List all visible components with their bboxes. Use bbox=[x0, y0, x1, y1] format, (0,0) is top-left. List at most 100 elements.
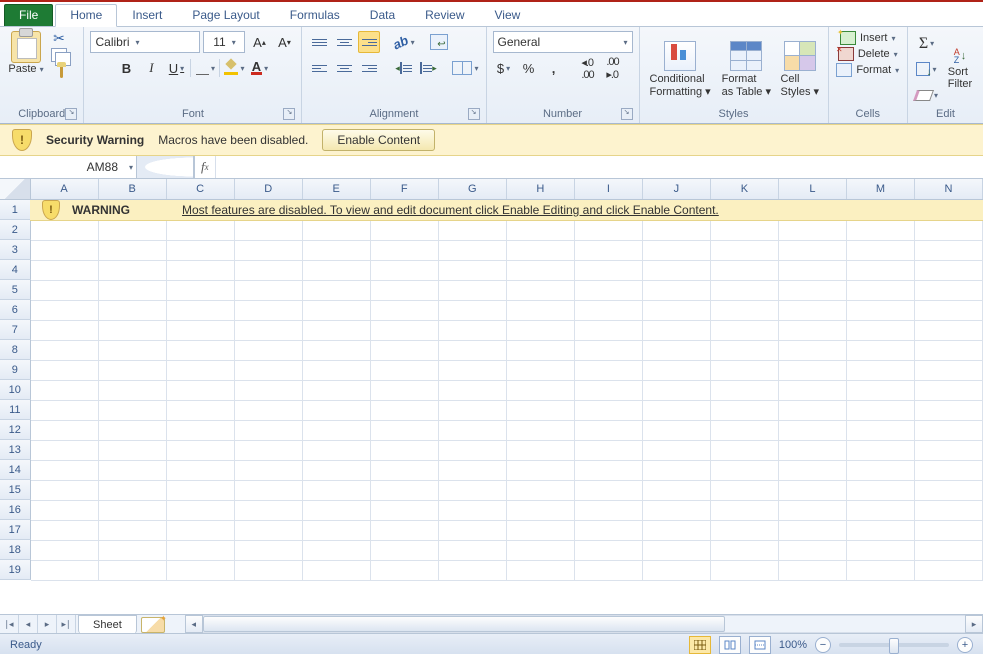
cut-button[interactable]: ✂ bbox=[50, 31, 68, 45]
cell-styles-button[interactable]: CellStyles ▾ bbox=[778, 41, 821, 98]
cell[interactable] bbox=[99, 320, 167, 341]
cell[interactable] bbox=[847, 480, 915, 501]
fill-color-button[interactable] bbox=[223, 57, 245, 79]
number-format-combo[interactable]: General▾ bbox=[493, 31, 633, 53]
sheet-tab[interactable]: Sheet bbox=[78, 615, 137, 634]
row-header[interactable]: 17 bbox=[0, 520, 31, 540]
cell[interactable] bbox=[575, 300, 643, 321]
cell[interactable] bbox=[507, 520, 575, 541]
row-header[interactable]: 5 bbox=[0, 280, 31, 300]
cell[interactable] bbox=[371, 240, 439, 261]
cell[interactable] bbox=[507, 300, 575, 321]
cell[interactable] bbox=[915, 460, 983, 481]
underline-button[interactable]: U bbox=[165, 57, 187, 79]
cell[interactable] bbox=[915, 220, 983, 241]
zoom-out-button[interactable]: − bbox=[815, 637, 831, 653]
cell[interactable] bbox=[847, 320, 915, 341]
cell[interactable] bbox=[371, 300, 439, 321]
cell[interactable] bbox=[439, 380, 507, 401]
row-header[interactable]: 18 bbox=[0, 540, 31, 560]
cell[interactable] bbox=[643, 340, 711, 361]
fill-button[interactable] bbox=[915, 58, 937, 80]
column-header-M[interactable]: M bbox=[847, 179, 915, 199]
cell[interactable] bbox=[235, 280, 303, 301]
cell[interactable] bbox=[167, 280, 235, 301]
format-as-table-button[interactable]: Formatas Table ▾ bbox=[719, 41, 774, 98]
decrease-decimal-button[interactable]: .00▸.0 bbox=[602, 57, 624, 79]
border-button[interactable] bbox=[194, 57, 216, 79]
row-header[interactable]: 1 bbox=[0, 200, 31, 220]
cell[interactable] bbox=[303, 320, 371, 341]
row-header[interactable]: 19 bbox=[0, 560, 31, 580]
shrink-font-button[interactable]: A▾ bbox=[273, 31, 295, 53]
cell[interactable] bbox=[439, 320, 507, 341]
sheet-nav-last[interactable]: ▸∣ bbox=[57, 615, 76, 633]
cell[interactable] bbox=[31, 340, 99, 361]
cell[interactable] bbox=[235, 220, 303, 241]
cell[interactable] bbox=[31, 300, 99, 321]
cell[interactable] bbox=[371, 360, 439, 381]
cell[interactable] bbox=[439, 540, 507, 561]
cell[interactable] bbox=[235, 320, 303, 341]
cell[interactable] bbox=[167, 320, 235, 341]
cell[interactable] bbox=[711, 500, 779, 521]
cell[interactable] bbox=[643, 500, 711, 521]
cell[interactable] bbox=[439, 460, 507, 481]
cell[interactable] bbox=[303, 340, 371, 361]
cell[interactable] bbox=[711, 360, 779, 381]
cell[interactable] bbox=[303, 300, 371, 321]
cell[interactable] bbox=[643, 380, 711, 401]
cell[interactable] bbox=[31, 540, 99, 561]
cell[interactable] bbox=[167, 440, 235, 461]
cell[interactable] bbox=[779, 440, 847, 461]
align-middle-button[interactable] bbox=[333, 31, 355, 53]
cell[interactable] bbox=[303, 280, 371, 301]
cell[interactable] bbox=[439, 340, 507, 361]
decrease-indent-button[interactable]: ◂ bbox=[392, 57, 414, 79]
cell[interactable] bbox=[915, 260, 983, 281]
cell[interactable] bbox=[235, 360, 303, 381]
cell[interactable] bbox=[235, 240, 303, 261]
cell[interactable] bbox=[779, 400, 847, 421]
cell[interactable] bbox=[575, 260, 643, 281]
cell[interactable] bbox=[31, 440, 99, 461]
cell[interactable] bbox=[303, 460, 371, 481]
cell[interactable] bbox=[31, 520, 99, 541]
cell[interactable] bbox=[847, 380, 915, 401]
enable-content-button[interactable]: Enable Content bbox=[322, 129, 435, 151]
cell[interactable] bbox=[711, 340, 779, 361]
cell[interactable] bbox=[31, 380, 99, 401]
cell[interactable] bbox=[575, 280, 643, 301]
new-sheet-button[interactable] bbox=[141, 617, 165, 633]
column-header-G[interactable]: G bbox=[439, 179, 507, 199]
zoom-in-button[interactable]: + bbox=[957, 637, 973, 653]
insert-cells-button[interactable]: Insert▾ bbox=[840, 31, 896, 45]
hscroll-left[interactable]: ◂ bbox=[185, 615, 203, 633]
tab-insert[interactable]: Insert bbox=[117, 4, 177, 26]
cell[interactable] bbox=[711, 440, 779, 461]
cell[interactable] bbox=[439, 400, 507, 421]
align-right-button[interactable] bbox=[358, 57, 380, 79]
cell[interactable] bbox=[371, 220, 439, 241]
cell[interactable] bbox=[575, 400, 643, 421]
cell[interactable] bbox=[371, 540, 439, 561]
cell[interactable] bbox=[99, 340, 167, 361]
cell[interactable] bbox=[31, 220, 99, 241]
cell[interactable] bbox=[711, 280, 779, 301]
row-header[interactable]: 15 bbox=[0, 480, 31, 500]
cell[interactable] bbox=[31, 420, 99, 441]
cell[interactable] bbox=[507, 220, 575, 241]
cell[interactable] bbox=[31, 280, 99, 301]
cell[interactable] bbox=[575, 440, 643, 461]
cell[interactable] bbox=[711, 520, 779, 541]
cell[interactable] bbox=[439, 480, 507, 501]
column-header-A[interactable]: A bbox=[31, 179, 99, 199]
row-header[interactable]: 13 bbox=[0, 440, 31, 460]
cell[interactable] bbox=[915, 540, 983, 561]
view-page-break-button[interactable] bbox=[749, 636, 771, 654]
tab-view[interactable]: View bbox=[480, 4, 536, 26]
cell[interactable] bbox=[643, 240, 711, 261]
column-header-D[interactable]: D bbox=[235, 179, 303, 199]
cell[interactable] bbox=[167, 500, 235, 521]
cell[interactable] bbox=[167, 420, 235, 441]
